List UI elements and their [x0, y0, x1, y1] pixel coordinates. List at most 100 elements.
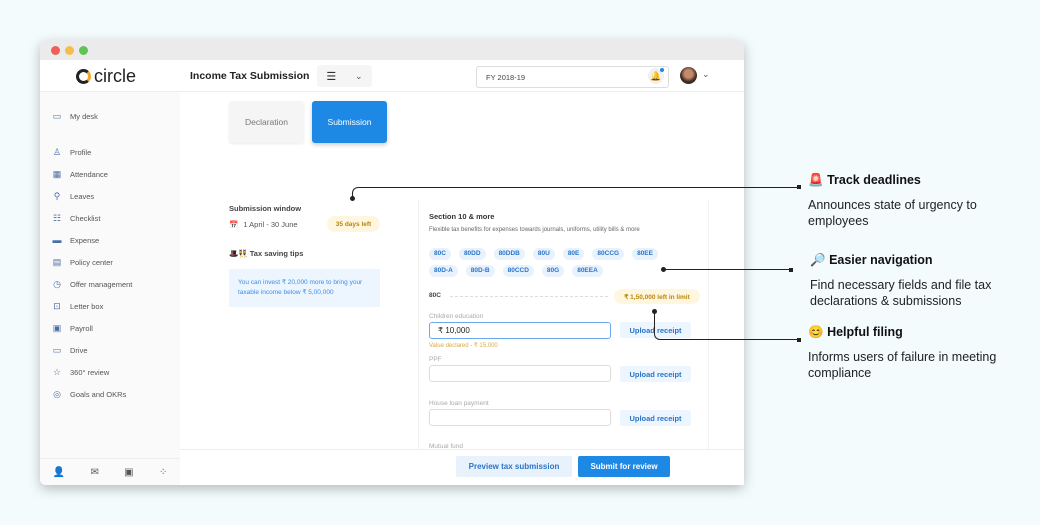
chevron-down-icon: ⌄: [651, 71, 659, 82]
upload-receipt-button[interactable]: Upload receipt: [620, 366, 691, 382]
fy-select[interactable]: FY 2018-19 ⌄: [476, 66, 669, 88]
tax-saving-tips-title: 🎩👯 Tax saving tips: [229, 249, 304, 258]
section-chip[interactable]: 80G: [541, 265, 565, 277]
tab-submission[interactable]: Submission: [312, 101, 387, 143]
logo-icon: [76, 69, 91, 84]
sidebar-item-profile[interactable]: ♙ Profile: [52, 147, 91, 157]
children-education-input[interactable]: ₹ 10,000: [429, 322, 611, 339]
sidebar-item-label: Letter box: [70, 301, 104, 311]
section-chip[interactable]: 80EEA: [572, 265, 603, 277]
calendar-icon: 📅: [229, 220, 239, 229]
user-icon: ♙: [52, 147, 62, 157]
close-window-button[interactable]: [51, 46, 60, 55]
section-description: Flexible tax benefits for expenses towar…: [429, 227, 640, 233]
payroll-icon: ▣: [52, 323, 62, 333]
connector-end: [797, 185, 801, 189]
field-label: Children education: [429, 313, 484, 320]
monitor-icon: ▭: [52, 111, 62, 121]
fy-value: FY 2018-19: [486, 72, 526, 82]
preview-tax-submission-button[interactable]: Preview tax submission: [456, 456, 572, 477]
apps-grid-icon[interactable]: ⁘: [159, 467, 167, 478]
card-icon: ▬: [52, 235, 62, 245]
avatar[interactable]: [680, 67, 697, 84]
book-icon: ▤: [52, 257, 62, 267]
menu-dropdown[interactable]: ☰ ⌄: [317, 65, 372, 87]
document-icon[interactable]: ▣: [124, 467, 133, 478]
add-user-icon[interactable]: 👤: [53, 467, 65, 478]
input-value: ₹ 10,000: [438, 326, 470, 335]
submit-for-review-button[interactable]: Submit for review: [578, 456, 670, 477]
leave-icon: ⚲: [53, 191, 61, 201]
folder-icon: ▭: [52, 345, 62, 355]
section-chip[interactable]: 80CCD: [502, 265, 534, 277]
field-label: PPF: [429, 356, 442, 363]
section-chip[interactable]: 80E: [562, 248, 585, 260]
section-chip[interactable]: 80D-A: [429, 265, 458, 277]
sidebar-item-label: 360° review: [70, 367, 110, 377]
sidebar-item-payroll[interactable]: ▣ Payroll: [52, 323, 93, 333]
sidebar: ▭ My desk ♙ Profile ▦ Attendance ⚲ Leaves ☷ Check…: [40, 92, 180, 485]
section-chip[interactable]: 80C: [429, 248, 451, 260]
section-chip[interactable]: 80CCG: [592, 248, 625, 260]
divider: [450, 296, 608, 297]
house-loan-input[interactable]: [429, 409, 611, 426]
maximize-window-button[interactable]: [79, 46, 88, 55]
connector-dot: [652, 309, 657, 314]
annotation-title: 😊 Helpful filing: [808, 325, 1018, 340]
title-bar: [40, 40, 744, 60]
upload-receipt-button[interactable]: Upload receipt: [620, 410, 691, 426]
mail-icon[interactable]: ✉: [90, 467, 98, 478]
sidebar-item-label: Leaves: [70, 191, 95, 201]
annotation-title: 🔎 Easier navigation: [810, 253, 1020, 268]
sidebar-item-360-review[interactable]: ☆ 360° review: [52, 367, 109, 377]
sidebar-item-label: Attendance: [70, 169, 108, 179]
field-label: House loan payment: [429, 400, 489, 407]
ppf-input[interactable]: [429, 365, 611, 382]
logo[interactable]: circle: [76, 66, 136, 87]
sidebar-item-leaves[interactable]: ⚲ Leaves: [52, 191, 94, 201]
star-icon: ☆: [52, 367, 62, 377]
sidebar-item-label: Payroll: [70, 323, 93, 333]
sidebar-item-label: Policy center: [70, 257, 113, 267]
sidebar-item-my-desk[interactable]: ▭ My desk: [52, 111, 98, 121]
sidebar-item-drive[interactable]: ▭ Drive: [52, 345, 88, 355]
section-title: Section 10 & more: [429, 212, 495, 221]
sidebar-item-attendance[interactable]: ▦ Attendance: [52, 169, 108, 179]
annotation-title-text: Track deadlines: [827, 173, 921, 187]
annotation-title-text: Helpful filing: [827, 325, 903, 339]
connector-line: [352, 187, 800, 199]
sidebar-item-label: Expense: [70, 235, 100, 245]
calendar-icon: ▦: [52, 169, 62, 179]
annotation: 🔎 Easier navigation Find necessary fields…: [810, 253, 1020, 309]
chevron-down-icon[interactable]: ⌄: [702, 69, 710, 80]
tip-text: taxable income below ₹ 5,00,000: [238, 289, 334, 296]
sidebar-item-offer-management[interactable]: ◷ Offer management: [52, 279, 132, 289]
minimize-window-button[interactable]: [65, 46, 74, 55]
section-chip[interactable]: 80DDB: [493, 248, 525, 260]
connector-line: [654, 311, 800, 340]
sidebar-item-label: Checklist: [70, 213, 101, 223]
sidebar-item-goals-and-okrs[interactable]: ◎ Goals and OKRs: [52, 389, 126, 399]
sidebar-item-label: Offer management: [70, 279, 133, 289]
sidebar-item-policy-center[interactable]: ▤ Policy center: [52, 257, 113, 267]
sidebar-item-label: My desk: [70, 111, 98, 121]
annotation-description: Informs users of failure in meeting comp…: [808, 350, 997, 380]
sidebar-item-expense[interactable]: ▬ Expense: [52, 235, 100, 245]
chevron-down-icon: ⌄: [355, 70, 363, 81]
tab-declaration[interactable]: Declaration: [229, 101, 304, 143]
tip-box: You can invest ₹ 20,000 more to bring yo…: [229, 269, 380, 307]
window-dates: 1 April - 30 June: [243, 220, 298, 229]
section-chip[interactable]: 80DD: [458, 248, 486, 260]
sidebar-item-checklist[interactable]: ☷ Checklist: [52, 213, 100, 223]
connector-line: [663, 269, 791, 270]
section-chip[interactable]: 80U: [532, 248, 555, 260]
section-chip[interactable]: 80EE: [632, 248, 658, 260]
sidebar-item-letter-box[interactable]: ⊡ Letter box: [52, 301, 103, 311]
annotation: 😊 Helpful filing Informs users of failure…: [808, 325, 1018, 381]
section-chip[interactable]: 80D-B: [465, 265, 495, 277]
sidebar-item-label: Profile: [70, 147, 92, 157]
annotation-title-text: Easier navigation: [829, 253, 933, 267]
checklist-icon: ☷: [52, 213, 62, 223]
connector-dot: [661, 267, 666, 272]
annotation-emoji-icon: 😊: [808, 325, 824, 339]
